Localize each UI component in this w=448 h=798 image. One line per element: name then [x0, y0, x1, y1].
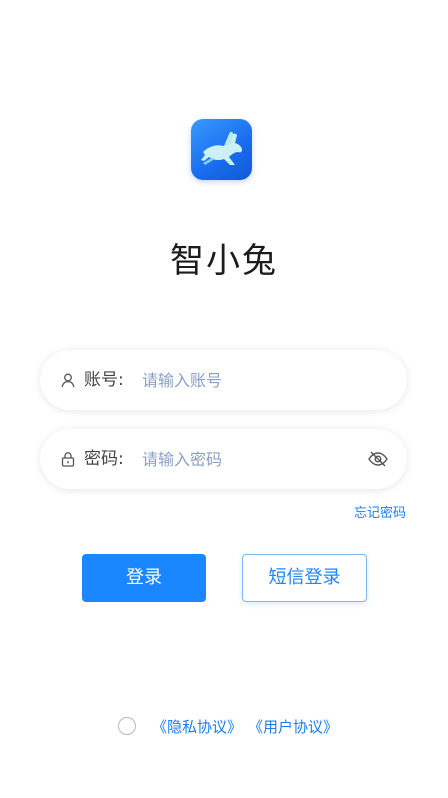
account-field[interactable]: 账号: — [40, 350, 407, 410]
app-logo — [191, 119, 252, 180]
rabbit-icon — [201, 131, 242, 165]
user-icon — [61, 373, 75, 388]
privacy-policy-link[interactable]: 《隐私协议》 — [152, 716, 242, 737]
login-button[interactable]: 登录 — [82, 554, 206, 602]
app-title: 智小兔 — [170, 241, 278, 281]
agreement-row: 《隐私协议》 《用户协议》 — [118, 715, 344, 737]
eye-off-icon[interactable] — [367, 449, 389, 469]
agreement-checkbox[interactable] — [118, 717, 136, 735]
sms-login-button[interactable]: 短信登录 — [242, 554, 367, 602]
lock-icon — [61, 452, 75, 467]
account-label: 账号: — [84, 370, 124, 390]
account-input[interactable] — [142, 365, 362, 395]
user-agreement-link[interactable]: 《用户协议》 — [248, 716, 338, 737]
password-field[interactable]: 密码: — [40, 429, 407, 489]
password-input[interactable] — [142, 444, 362, 474]
forgot-password-link[interactable]: 忘记密码 — [354, 505, 406, 523]
password-label: 密码: — [84, 449, 124, 469]
